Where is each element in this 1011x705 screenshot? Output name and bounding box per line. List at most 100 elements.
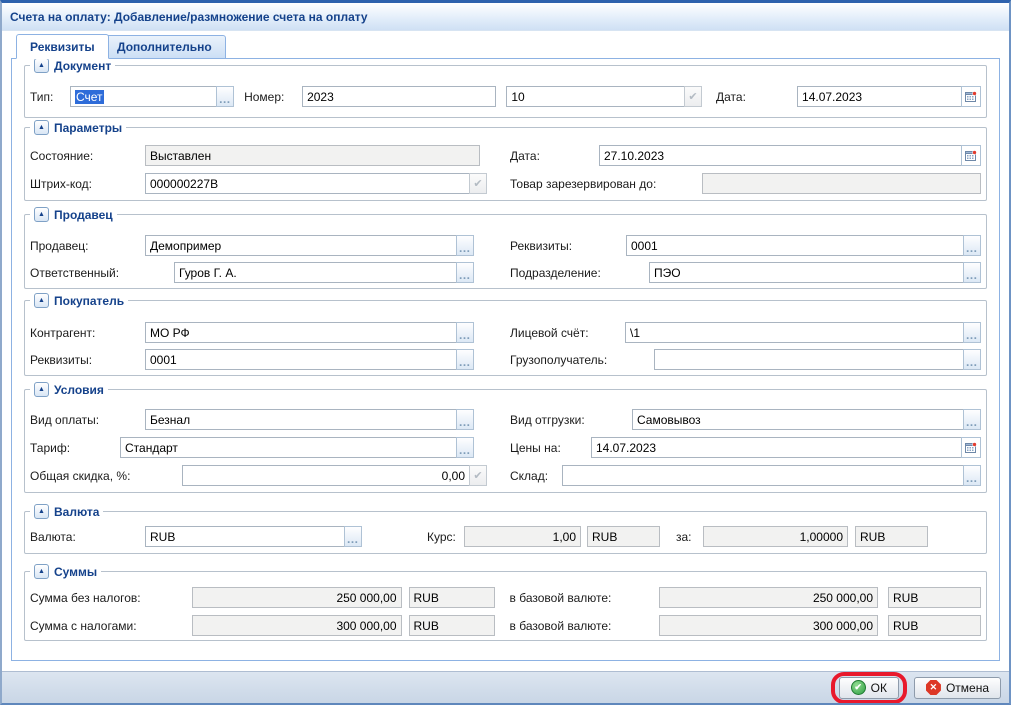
net-currency-field [409,587,495,608]
doc-date-field[interactable] [797,86,962,107]
ellipsis-icon: … [966,270,979,280]
ellipsis-icon: … [966,357,979,367]
counterparty-label: Контрагент: [30,326,145,340]
collapse-document-button[interactable]: ▲ [34,58,49,73]
responsible-label: Ответственный: [30,266,174,280]
prices-on-calendar-button[interactable] [961,437,981,458]
shipment-type-field[interactable] [632,409,964,430]
prices-on-field[interactable] [591,437,962,458]
calendar-icon [965,150,977,162]
collapse-currency-button[interactable]: ▲ [34,504,49,519]
ellipsis-icon: … [219,94,232,104]
seller-requisites-field[interactable] [626,235,964,256]
shipment-type-label: Вид отгрузки: [510,413,632,427]
division-field[interactable] [649,262,964,283]
barcode-field[interactable] [145,173,470,194]
calendar-icon [965,91,977,103]
net-base-label: в базовой валюте: [510,591,659,605]
number-extra-field[interactable] [506,86,685,107]
window-title: Счета на оплату: Добавление/размножение … [10,10,368,24]
ok-button-label: ОК [871,681,887,695]
currency-field[interactable] [145,526,345,547]
seller-requisites-lookup-button[interactable]: … [963,235,981,256]
section-terms-title: Условия [54,383,104,397]
section-parameters-title: Параметры [54,121,122,135]
ellipsis-icon: … [459,330,472,340]
type-lookup-button[interactable]: … [216,86,234,107]
tariff-label: Тариф: [30,441,120,455]
collapse-seller-button[interactable]: ▲ [34,207,49,222]
shipment-type-lookup-button[interactable]: … [963,409,981,430]
number-apply-button[interactable]: ✔ [684,86,702,107]
barcode-apply-button[interactable]: ✔ [469,173,487,194]
ok-check-icon: ✔ [851,680,866,695]
seller-label: Продавец: [30,239,145,253]
collapse-terms-button[interactable]: ▲ [34,382,49,397]
section-document: ▲ Документ Тип: Счет … Номер: ✔ Дата: [24,65,987,118]
responsible-lookup-button[interactable]: … [456,262,474,283]
section-parameters: ▲ Параметры Состояние: Дата: Ш [24,127,987,201]
tabstrip: Реквизиты Дополнительно [11,31,1000,59]
section-buyer: ▲ Покупатель Контрагент: … Лицевой счёт:… [24,300,987,376]
tariff-field[interactable] [120,437,457,458]
number-field[interactable] [302,86,496,107]
warehouse-label: Склад: [510,469,562,483]
responsible-field[interactable] [174,262,457,283]
collapse-sums-button[interactable]: ▲ [34,564,49,579]
cancel-button-label: Отмена [946,681,989,695]
param-date-field[interactable] [599,145,962,166]
ellipsis-icon: … [459,357,472,367]
buyer-requisites-field[interactable] [145,349,457,370]
discount-label: Общая скидка, %: [30,469,182,483]
warehouse-field[interactable] [562,465,964,486]
consignee-label: Грузополучатель: [510,353,654,367]
seller-lookup-button[interactable]: … [456,235,474,256]
net-field [192,587,402,608]
section-sums-title: Суммы [54,565,97,579]
buyer-requisites-label: Реквизиты: [30,353,145,367]
buyer-requisites-lookup-button[interactable]: … [456,349,474,370]
collapse-buyer-button[interactable]: ▲ [34,293,49,308]
type-field[interactable]: Счет [70,86,217,107]
check-icon: ✔ [473,177,482,190]
seller-field[interactable] [145,235,457,256]
ellipsis-icon: … [966,330,979,340]
param-date-calendar-button[interactable] [961,145,981,166]
warehouse-lookup-button[interactable]: … [963,465,981,486]
section-currency-title: Валюта [54,505,99,519]
ellipsis-icon: … [347,534,360,544]
gross-label: Сумма с налогами: [30,619,192,633]
currency-lookup-button[interactable]: … [344,526,362,547]
tab-additional[interactable]: Дополнительно [103,35,226,59]
discount-apply-button[interactable]: ✔ [469,465,487,486]
seller-requisites-label: Реквизиты: [510,239,626,253]
footer-bar: ✔ ОК ✕ Отмена [2,671,1009,703]
counterparty-field[interactable] [145,322,457,343]
net-base-currency-field [888,587,981,608]
titlebar: Счета на оплату: Добавление/размножение … [2,3,1009,31]
personal-account-lookup-button[interactable]: … [963,322,981,343]
payment-type-lookup-button[interactable]: … [456,409,474,430]
collapse-parameters-button[interactable]: ▲ [34,120,49,135]
consignee-field[interactable] [654,349,964,370]
cancel-button[interactable]: ✕ Отмена [914,677,1001,699]
currency-label: Валюта: [30,530,145,544]
ellipsis-icon: … [966,473,979,483]
calendar-icon [965,442,977,454]
tab-requisites[interactable]: Реквизиты [16,34,109,59]
rate-label: Курс: [427,530,464,544]
check-icon: ✔ [688,90,697,103]
payment-type-field[interactable] [145,409,457,430]
consignee-lookup-button[interactable]: … [963,349,981,370]
personal-account-label: Лицевой счёт: [510,326,625,340]
counterparty-lookup-button[interactable]: … [456,322,474,343]
tariff-lookup-button[interactable]: … [456,437,474,458]
barcode-label: Штрих-код: [30,177,145,191]
personal-account-field[interactable] [625,322,964,343]
discount-field[interactable] [182,465,470,486]
reserved-label: Товар зарезервирован до: [510,177,702,191]
division-lookup-button[interactable]: … [963,262,981,283]
ok-button[interactable]: ✔ ОК [839,677,899,699]
type-label: Тип: [30,90,70,104]
doc-date-calendar-button[interactable] [961,86,981,107]
